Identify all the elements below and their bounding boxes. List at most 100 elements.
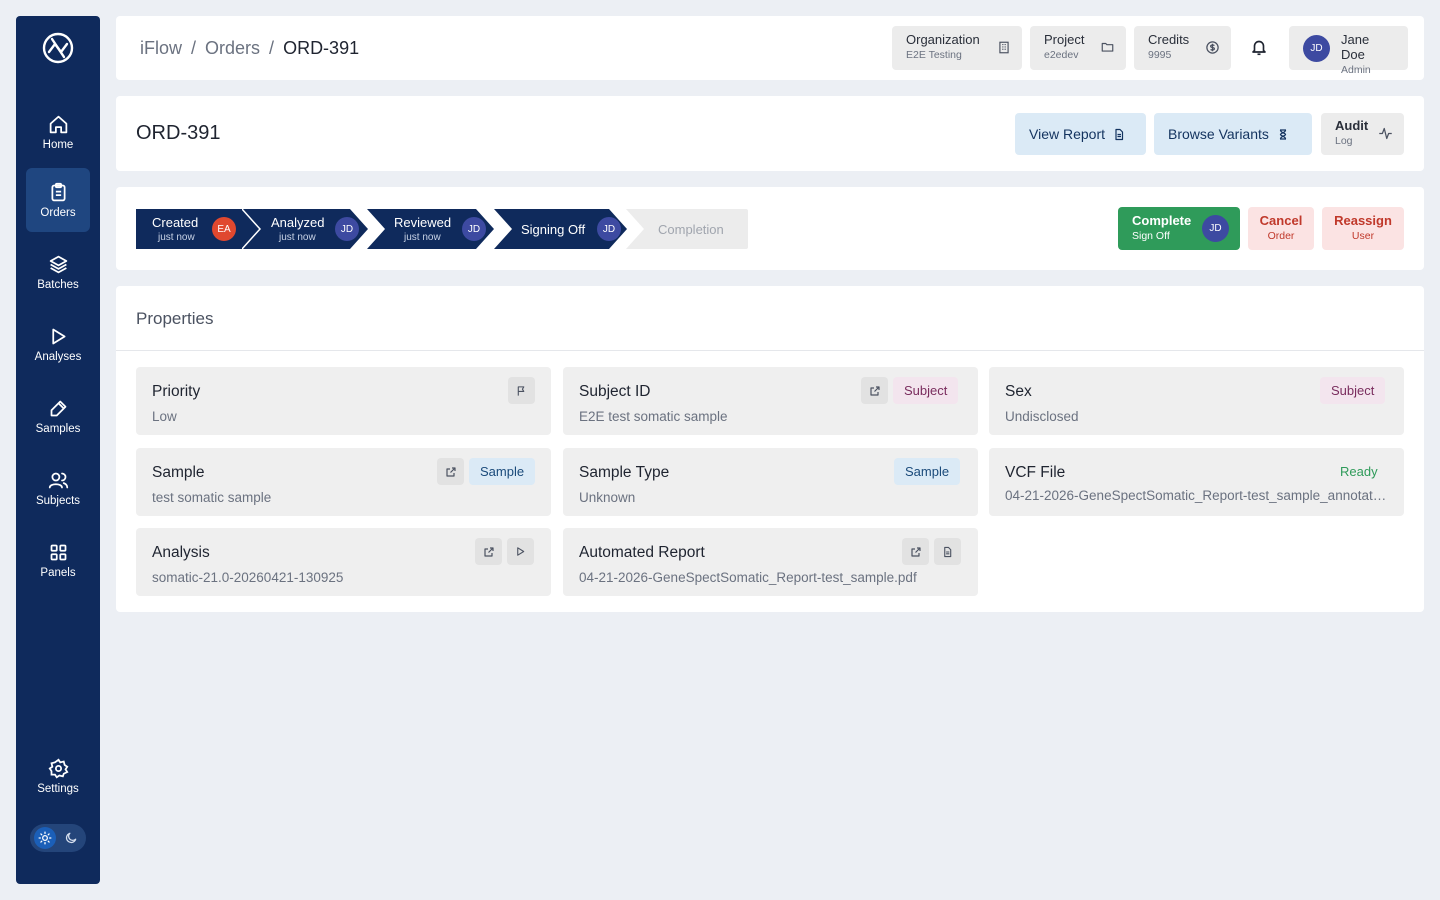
sidebar-item-label: Settings: [37, 782, 79, 795]
cancel-order-button[interactable]: Cancel Order: [1248, 207, 1314, 250]
workflow-step-signing-off[interactable]: Signing Off JD: [493, 209, 627, 249]
property-label: Priority: [152, 383, 201, 400]
sidebar-item-label: Orders: [40, 206, 76, 219]
page-title: ORD-391: [136, 122, 221, 144]
users-icon: [48, 472, 68, 488]
subject-tag: Subject: [893, 377, 959, 404]
property-label: Sex: [1005, 383, 1032, 400]
app-logo[interactable]: [41, 31, 75, 65]
sidebar-item-orders[interactable]: Orders: [26, 168, 90, 232]
breadcrumb-item-orders[interactable]: Orders: [205, 38, 260, 59]
play-icon[interactable]: [507, 538, 534, 565]
property-label: Automated Report: [579, 544, 705, 561]
sidebar-item-label: Panels: [40, 566, 76, 579]
sidebar-item-panels[interactable]: Panels: [26, 528, 90, 592]
bell-icon[interactable]: [1250, 38, 1268, 62]
organization-value: E2E Testing: [906, 49, 962, 61]
step-label: Completion: [658, 222, 724, 237]
breadcrumb: iFlow / Orders / ORD-391: [140, 38, 359, 59]
user-menu[interactable]: JD Jane Doe Admin: [1289, 26, 1408, 76]
clipboard-icon: [51, 182, 65, 201]
home-icon: [49, 115, 67, 133]
external-link-icon[interactable]: [861, 377, 888, 404]
building-icon: [997, 40, 1011, 60]
sidebar: Home Orders Batches Analyses Samples Sub…: [16, 16, 100, 884]
sun-icon[interactable]: [34, 827, 56, 849]
external-link-icon[interactable]: [475, 538, 502, 565]
sidebar-item-samples[interactable]: Samples: [26, 384, 90, 448]
workflow-card: Created just now EA Analyzed just now JD…: [116, 187, 1424, 270]
breadcrumb-item-home[interactable]: iFlow: [140, 38, 182, 59]
sidebar-item-batches[interactable]: Batches: [26, 240, 90, 304]
external-link-icon[interactable]: [437, 458, 464, 485]
sidebar-item-label: Analyses: [34, 350, 82, 363]
breadcrumb-separator: /: [269, 38, 275, 58]
property-subject-id: Subject ID E2E test somatic sample Subje…: [563, 367, 978, 435]
workflow-step-completion[interactable]: Completion: [626, 209, 748, 249]
avatar: JD: [462, 217, 486, 241]
pipette-icon: [50, 400, 66, 416]
step-label: Analyzed: [271, 215, 325, 230]
audit-log-button[interactable]: Audit Log: [1321, 113, 1404, 155]
complete-signoff-button[interactable]: Complete Sign Off JD: [1118, 207, 1240, 250]
flag-icon[interactable]: [508, 377, 535, 404]
step-time: just now: [404, 232, 441, 243]
breadcrumb-separator: /: [191, 38, 197, 58]
step-label: Signing Off: [521, 222, 586, 237]
property-value: test somatic sample: [152, 490, 272, 505]
properties-card: Properties Priority Low Subject ID E2E t…: [116, 286, 1424, 612]
property-value: 04-21-2026-GeneSpectSomatic_Report-test_…: [1005, 488, 1388, 503]
sidebar-item-subjects[interactable]: Subjects: [26, 456, 90, 520]
property-sample: Sample test somatic sample Sample: [136, 448, 551, 516]
status-badge: Ready: [1340, 464, 1378, 479]
workflow-step-reviewed[interactable]: Reviewed just now JD: [366, 209, 494, 249]
credits-display[interactable]: Credits 9995: [1134, 26, 1231, 70]
cancel-sublabel: Order: [1267, 230, 1295, 242]
property-label: Sample Type: [579, 464, 670, 481]
reassign-label: Reassign: [1334, 213, 1392, 228]
play-icon: [51, 328, 65, 344]
document-icon[interactable]: [934, 538, 961, 565]
hourglass-icon: [1279, 128, 1287, 140]
property-analysis: Analysis somatic-21.0-20260421-130925: [136, 528, 551, 596]
activity-icon: [1378, 126, 1393, 146]
property-value: E2E test somatic sample: [579, 409, 728, 424]
browse-variants-label: Browse Variants: [1168, 126, 1269, 142]
property-label: Analysis: [152, 544, 210, 561]
view-report-button[interactable]: View Report: [1015, 113, 1146, 155]
avatar: JD: [1202, 215, 1229, 242]
order-header: ORD-391 View Report Browse Variants Audi…: [116, 96, 1424, 171]
workflow-step-analyzed[interactable]: Analyzed just now JD: [242, 209, 368, 249]
property-automated-report: Automated Report 04-21-2026-GeneSpectSom…: [563, 528, 978, 596]
property-vcf-file: VCF File 04-21-2026-GeneSpectSomatic_Rep…: [989, 448, 1404, 516]
gear-icon: [48, 757, 69, 778]
external-link-icon[interactable]: [902, 538, 929, 565]
coin-icon: [1205, 40, 1220, 60]
property-value: Low: [152, 409, 177, 424]
subject-tag: Subject: [1320, 377, 1386, 404]
property-priority: Priority Low: [136, 367, 551, 435]
avatar: JD: [597, 217, 621, 241]
property-value: Undisclosed: [1005, 409, 1079, 424]
sidebar-item-analyses[interactable]: Analyses: [26, 312, 90, 376]
property-value: 04-21-2026-GeneSpectSomatic_Report-test_…: [579, 570, 917, 585]
step-label: Reviewed: [394, 215, 452, 230]
sidebar-item-home[interactable]: Home: [26, 100, 90, 164]
sample-tag: Sample: [894, 458, 961, 485]
project-selector[interactable]: Project e2edev: [1030, 26, 1126, 70]
layers-icon: [49, 255, 67, 273]
theme-toggle[interactable]: [30, 824, 86, 852]
browse-variants-button[interactable]: Browse Variants: [1154, 113, 1312, 155]
sidebar-item-label: Samples: [35, 422, 81, 435]
organization-selector[interactable]: Organization E2E Testing: [892, 26, 1022, 70]
moon-icon[interactable]: [60, 827, 82, 849]
avatar: JD: [335, 217, 359, 241]
sidebar-item-label: Subjects: [35, 494, 81, 507]
reassign-user-button[interactable]: Reassign User: [1322, 207, 1404, 250]
avatar: EA: [212, 217, 236, 241]
property-label: Subject ID: [579, 383, 651, 400]
folder-icon: [1100, 40, 1115, 59]
step-label: Created: [152, 215, 199, 230]
sidebar-item-settings[interactable]: Settings: [26, 744, 90, 808]
breadcrumb-item-current: ORD-391: [283, 38, 360, 58]
